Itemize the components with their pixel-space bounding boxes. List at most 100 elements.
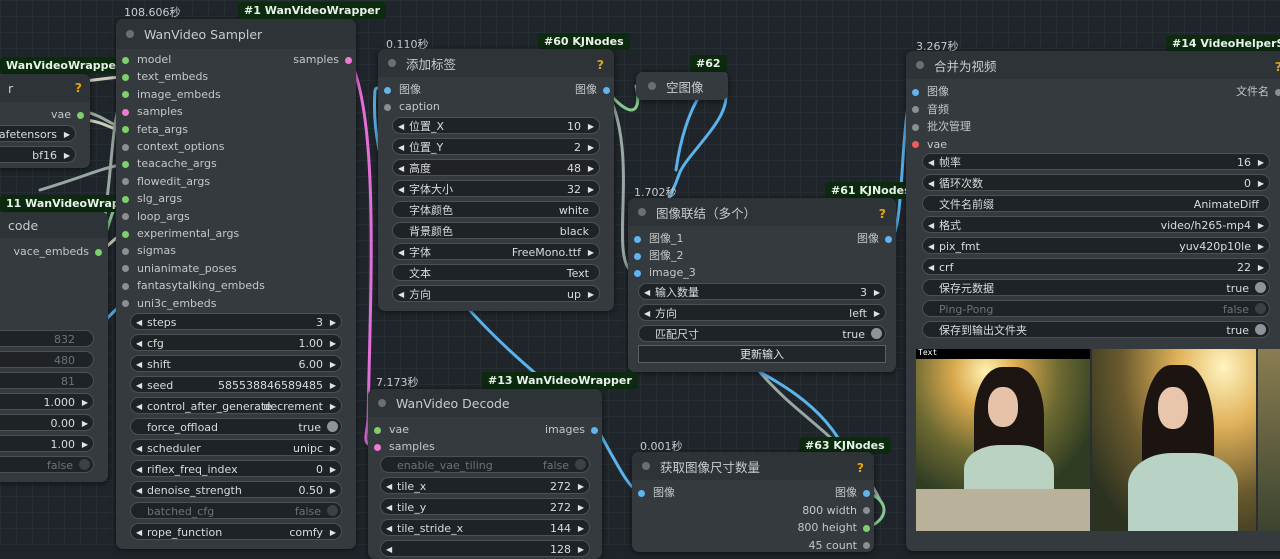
widget-item-6[interactable]: ◀ 字体 FreeMono.ttf ▶ <box>392 243 600 260</box>
collapse-dot-icon[interactable] <box>126 30 134 38</box>
combine-header[interactable]: 合并为视频? <box>906 51 1280 79</box>
left-arrow-icon[interactable]: ◀ <box>136 524 142 541</box>
collapse-dot-icon[interactable] <box>642 462 650 470</box>
left-node-b-header[interactable]: code <box>0 212 108 238</box>
input-feta-args[interactable]: feta_args <box>122 121 188 138</box>
left-arrow-icon[interactable]: ◀ <box>644 305 650 322</box>
input-slot[interactable] <box>634 235 641 243</box>
right-arrow-icon[interactable]: ▶ <box>578 478 584 495</box>
input-slot[interactable] <box>122 91 129 99</box>
input-slot[interactable] <box>122 108 129 116</box>
right-arrow-icon[interactable]: ▶ <box>64 147 70 164</box>
add-label-header[interactable]: 添加标签? <box>378 49 614 77</box>
input-2[interactable]: 图像_2 <box>634 247 684 264</box>
image-concat-node[interactable]: 图像联结（多个）? 图像 图像_1 图像_2 image_3 ◀ 输入数量 3 ▶ ◀ 方向 l… <box>628 198 896 372</box>
right-arrow-icon[interactable]: ▶ <box>1258 259 1264 276</box>
right-arrow-icon[interactable]: ▶ <box>1258 175 1264 192</box>
input-experimental-args[interactable]: experimental_args <box>122 225 239 242</box>
collapse-dot-icon[interactable] <box>916 61 924 69</box>
left-arrow-icon[interactable]: ◀ <box>398 244 404 261</box>
input-slot[interactable] <box>912 141 919 148</box>
input-slot[interactable] <box>374 443 381 451</box>
right-arrow-icon[interactable]: ▶ <box>578 499 584 516</box>
toggle-knob[interactable] <box>871 328 882 339</box>
input-1[interactable]: 图像_1 <box>634 230 684 247</box>
right-arrow-icon[interactable]: ▶ <box>1258 238 1264 255</box>
left-arrow-icon[interactable]: ◀ <box>928 238 934 255</box>
left-arrow-icon[interactable]: ◀ <box>928 217 934 234</box>
right-arrow-icon[interactable]: ▶ <box>1258 217 1264 234</box>
widget-batched-cfg[interactable]: batched_cfg false <box>130 502 342 519</box>
left-arrow-icon[interactable]: ◀ <box>136 461 142 478</box>
left-arrow-icon[interactable]: ◀ <box>136 356 142 373</box>
right-arrow-icon[interactable]: ▶ <box>330 461 336 478</box>
collapse-dot-icon[interactable] <box>648 82 656 90</box>
right-arrow-icon[interactable]: ▶ <box>330 398 336 415</box>
input-slot[interactable] <box>122 282 129 290</box>
right-arrow-icon[interactable]: ▶ <box>330 482 336 499</box>
left-arrow-icon[interactable]: ◀ <box>398 160 404 177</box>
right-arrow-icon[interactable]: ▶ <box>330 356 336 373</box>
left-node-a-dtype-widget[interactable]: bf16 ▶ <box>0 146 76 163</box>
left-node-a-header[interactable]: r ? <box>0 74 90 102</box>
output-slot[interactable] <box>885 235 892 243</box>
left-arrow-icon[interactable]: ◀ <box>136 335 142 352</box>
input-slot[interactable] <box>912 106 919 113</box>
input-item-0[interactable]: 图像 <box>912 83 949 100</box>
input-unianimate-poses[interactable]: unianimate_poses <box>122 260 237 277</box>
input-slot[interactable] <box>122 126 129 134</box>
add-label-output-image[interactable]: 图像 <box>575 81 610 98</box>
widget-item-6[interactable]: 保存元数据 true <box>922 279 1270 296</box>
widget-item-2[interactable]: 文件名前缀 AnimateDiff <box>922 195 1270 212</box>
widget-cfg[interactable]: ◀ cfg 1.00 ▶ <box>130 334 342 351</box>
size-output-item-0[interactable]: 图像 <box>835 484 870 501</box>
input-item-1[interactable]: 音频 <box>912 101 949 118</box>
widget-item-8[interactable]: 保存到输出文件夹 true <box>922 321 1270 338</box>
decode-input-vae[interactable]: vae <box>374 421 409 438</box>
collapse-dot-icon[interactable] <box>378 399 386 407</box>
widget-item-7[interactable]: 文本 Text <box>392 264 600 281</box>
widget-item-3[interactable]: ◀ 格式 video/h265-mp4 ▶ <box>922 216 1270 233</box>
input-slot[interactable] <box>122 56 129 64</box>
left-arrow-icon[interactable]: ◀ <box>928 175 934 192</box>
widget-tile-x[interactable]: ◀ tile_x 272 ▶ <box>380 477 590 494</box>
widget-pix-fmt[interactable]: ◀ pix_fmt yuv420p10le ▶ <box>922 237 1270 254</box>
right-arrow-icon[interactable]: ▶ <box>578 541 584 558</box>
left-arrow-icon[interactable]: ◀ <box>136 314 142 331</box>
input-slot[interactable] <box>122 143 129 151</box>
widget-item-5[interactable]: 背景颜色 black <box>392 222 600 239</box>
input-slot[interactable] <box>634 252 641 260</box>
left-arrow-icon[interactable]: ◀ <box>928 259 934 276</box>
widget-ping-pong[interactable]: Ping-Pong false <box>922 300 1270 317</box>
width-widget[interactable]: 832 <box>0 330 94 347</box>
help-icon[interactable]: ? <box>879 206 886 221</box>
collapse-dot-icon[interactable] <box>638 208 646 216</box>
size-header[interactable]: 获取图像尺寸数量? <box>632 452 874 480</box>
input-slot[interactable] <box>638 489 645 497</box>
output-slot[interactable] <box>95 248 102 256</box>
input-flowedit-args[interactable]: flowedit_args <box>122 173 210 190</box>
empty-image-header[interactable]: 空图像 <box>636 72 728 100</box>
widget-x[interactable]: ◀ 位置_X 10 ▶ <box>392 117 600 134</box>
input-slot[interactable] <box>122 160 129 168</box>
input-item-2[interactable]: 批次管理 <box>912 118 971 135</box>
widget-seed[interactable]: ◀ seed 585538846589485 ▶ <box>130 376 342 393</box>
toggle-knob[interactable] <box>575 459 586 470</box>
combine-video-node[interactable]: 合并为视频? 文件名 图像音频批次管理 vae ◀ 帧率 16 ▶ ◀ 循环次数 0 ▶ 文件名前… <box>906 51 1280 551</box>
widget-control-after-generate[interactable]: ◀ control_after_generate decrement ▶ <box>130 397 342 414</box>
decode-input-samples[interactable]: samples <box>374 438 435 455</box>
widget-denoise-strength[interactable]: ◀ denoise_strength 0.50 ▶ <box>130 481 342 498</box>
left-node-b[interactable]: code vace_embeds 832 480 81 1.000 ▶ 0.00 ▶… <box>0 212 108 482</box>
right-arrow-icon[interactable]: ▶ <box>588 139 594 156</box>
left-arrow-icon[interactable]: ◀ <box>398 181 404 198</box>
input-slot[interactable] <box>122 195 129 203</box>
add-label-node[interactable]: 添加标签? 图像 caption 图像 ◀ 位置_X 10 ▶ ◀ 位置_Y 2 ▶ ◀ 高度 48… <box>378 49 614 311</box>
decode-output-images[interactable]: images <box>545 421 598 438</box>
widget-shift[interactable]: ◀ shift 6.00 ▶ <box>130 355 342 372</box>
input-sigmas[interactable]: sigmas <box>122 242 176 259</box>
widget-steps[interactable]: ◀ steps 3 ▶ <box>130 313 342 330</box>
input-slot[interactable] <box>634 269 641 277</box>
input-text-embeds[interactable]: text_embeds <box>122 68 208 85</box>
toggle-knob[interactable] <box>1255 324 1266 335</box>
input-slg-args[interactable]: slg_args <box>122 190 182 207</box>
